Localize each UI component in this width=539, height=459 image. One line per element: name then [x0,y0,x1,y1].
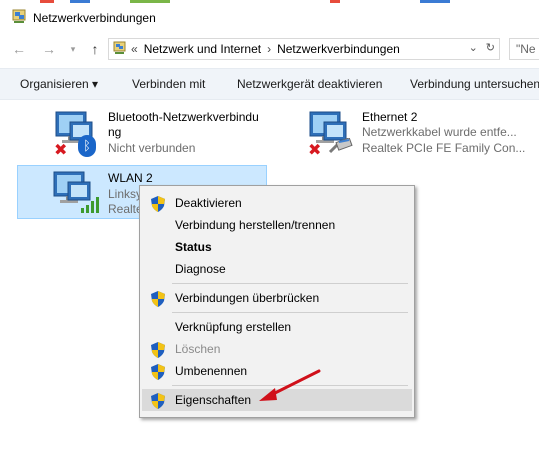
menu-item-label: Deaktivieren [175,196,242,210]
address-row: ← → ▾ ↑ « Netzwerk und Internet › Netzwe… [0,34,539,64]
connection-name-line2: ng [108,125,122,139]
recent-locations-button[interactable]: ▾ [62,38,84,60]
command-bar: Organisieren ▾ Verbinden mit Netzwerkger… [0,68,539,100]
connection-status: Netzwerkkabel wurde entfe... [362,125,517,139]
menu-item-deactivate[interactable]: Deaktivieren [142,192,412,214]
connection-device: Realte [108,202,143,216]
menu-separator [172,283,408,284]
refresh-icon[interactable]: ↻ [486,41,495,54]
uac-shield-icon [151,291,165,307]
back-button[interactable]: ← [8,38,30,60]
forward-arrow-icon: → [42,41,56,57]
back-arrow-icon: ← [12,41,26,57]
breadcrumb-separator: › [267,42,272,56]
connection-bluetooth[interactable]: ✖ ᛒ Bluetooth-Netzwerkverbindu ng Nicht … [50,108,270,162]
address-dropdown-icon[interactable]: ⌄ [469,41,478,54]
chevron-down-icon: ▾ [70,43,76,54]
menu-item-label: Verbindung herstellen/trennen [175,218,336,232]
menu-item-bridge[interactable]: Verbindungen überbrücken [142,287,412,309]
menu-item-label: Verknüpfung erstellen [175,320,292,334]
disable-device-button[interactable]: Netzwerkgerät deaktivieren [237,69,382,99]
annotation-arrow-icon [259,369,321,401]
diagnose-connection-button[interactable]: Verbindung untersuchen [410,69,539,99]
uac-shield-icon [151,364,165,380]
connection-ethernet[interactable]: ✖ Ethernet 2 Netzwerkkabel wurde entfe..… [306,108,531,162]
breadcrumb-network-connections[interactable]: Netzwerkverbindungen [277,42,400,56]
menu-item-diagnose[interactable]: Diagnose [142,258,412,280]
menu-item-delete: Löschen [142,338,412,360]
menu-item-label: Diagnose [175,262,226,276]
uac-shield-icon [151,393,165,409]
connection-status: Linksy [108,187,143,201]
network-cable-icon [328,137,354,157]
connection-status: Nicht verbunden [108,141,196,155]
connection-device: Realtek PCIe FE Family Con... [362,141,526,155]
menu-item-label: Löschen [175,342,221,356]
breadcrumb-network-internet[interactable]: Netzwerk und Internet [144,42,261,56]
menu-item-connect-disconnect[interactable]: Verbindung herstellen/trennen [142,214,412,236]
menu-item-label: Umbenennen [175,364,248,378]
bluetooth-icon: ᛒ [78,135,96,157]
overflow-chevron[interactable]: « [131,42,138,56]
address-bar[interactable]: « Netzwerk und Internet › Netzwerkverbin… [108,38,500,60]
title-bar: Netzwerkverbindungen [0,4,539,32]
organize-button[interactable]: Organisieren ▾ [20,69,98,99]
uac-shield-icon [151,342,165,358]
search-input[interactable]: "Ne [509,38,539,60]
window-title: Netzwerkverbindungen [33,11,156,25]
disconnected-x-icon: ✖ [308,142,322,159]
connection-name-line1: Bluetooth-Netzwerkverbindu [108,110,259,124]
up-arrow-icon: ↑ [91,41,99,57]
menu-item-status[interactable]: Status [142,236,412,258]
forward-button[interactable]: → [38,38,60,60]
menu-item-label: Status [175,240,212,254]
uac-shield-icon [151,196,165,212]
network-folder-icon [12,9,27,27]
menu-item-create-shortcut[interactable]: Verknüpfung erstellen [142,316,412,338]
connect-to-button[interactable]: Verbinden mit [132,69,205,99]
menu-item-label: Eigenschaften [175,393,252,407]
signal-strength-icon [80,194,102,217]
connection-name: WLAN 2 [108,171,153,185]
control-panel-icon [113,41,127,58]
menu-separator [172,312,408,313]
up-button[interactable]: ↑ [84,38,106,60]
disconnected-x-icon: ✖ [54,142,68,159]
menu-item-label: Verbindungen überbrücken [175,291,320,305]
connection-name: Ethernet 2 [362,110,418,124]
